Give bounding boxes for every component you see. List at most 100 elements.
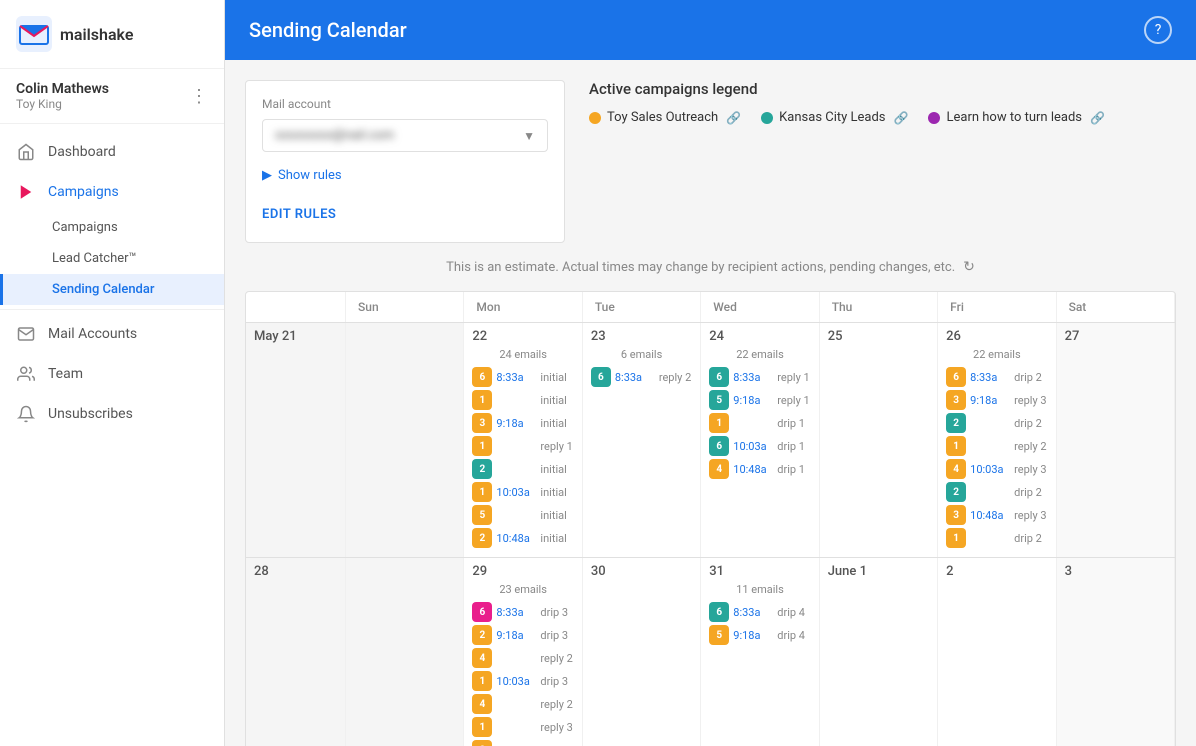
- slot: 210:48adrip 3: [472, 740, 573, 746]
- week-label-cell-1: May 21: [246, 323, 346, 557]
- legend-dot-2: [928, 112, 940, 124]
- select-arrow-icon: ▼: [523, 129, 535, 143]
- nav-item-mail-accounts[interactable]: Mail Accounts: [0, 314, 224, 354]
- nav-item-campaigns[interactable]: Campaigns: [0, 172, 224, 212]
- page-header: Sending Calendar ?: [225, 0, 1196, 60]
- estimate-notice: This is an estimate. Actual times may ch…: [245, 259, 1176, 275]
- cal-cell-sun-w2: [346, 558, 464, 746]
- slot: 29:18adrip 3: [472, 625, 573, 645]
- slot: 2initial: [472, 459, 573, 479]
- mail-account-email: xxxxxxxxx@nail.com: [275, 128, 394, 143]
- show-rules-toggle[interactable]: ▶ Show rules: [262, 164, 548, 187]
- campaigns-icon: [16, 182, 36, 202]
- week-start-date-1: May 21: [254, 329, 337, 344]
- content-area: Mail account xxxxxxxxx@nail.com ▼ ▶ Show…: [225, 60, 1196, 746]
- legend-link-0[interactable]: 🔗: [726, 111, 741, 125]
- more-options-icon[interactable]: ⋮: [190, 86, 208, 107]
- legend-label-0: Toy Sales Outreach: [607, 110, 718, 125]
- nav-divider-1: [0, 309, 224, 310]
- slot: 610:03adrip 1: [709, 436, 810, 456]
- week-label-cell-2: 28: [246, 558, 346, 746]
- mail-account-card: Mail account xxxxxxxxx@nail.com ▼ ▶ Show…: [245, 80, 565, 243]
- sending-calendar: Sun Mon Tue Wed Thu Fri Sat May 21 22 24…: [245, 291, 1176, 746]
- slot: 1drip 1: [709, 413, 810, 433]
- slot: 1reply 2: [946, 436, 1047, 456]
- cal-cell-mon-w2: 29 23 emails 68:33adrip 3 29:18adrip 3 4…: [464, 558, 582, 746]
- slot: 39:18areply 3: [946, 390, 1047, 410]
- calendar-week-2: 28 29 23 emails 68:33adrip 3 29:18adrip …: [246, 558, 1175, 746]
- slot: 210:48ainitial: [472, 528, 573, 548]
- cal-cell-sat-w2: 3: [1057, 558, 1175, 746]
- main-content: Sending Calendar ? Mail account xxxxxxxx…: [225, 0, 1196, 746]
- slot: 68:33adrip 3: [472, 602, 573, 622]
- nav-item-team[interactable]: Team: [0, 354, 224, 394]
- slot: 1initial: [472, 390, 573, 410]
- day-sun: Sun: [346, 292, 464, 322]
- top-bar: Mail account xxxxxxxxx@nail.com ▼ ▶ Show…: [245, 80, 1176, 243]
- legend-link-2[interactable]: 🔗: [1090, 111, 1105, 125]
- mail-account-select[interactable]: xxxxxxxxx@nail.com ▼: [262, 119, 548, 152]
- team-icon: [16, 364, 36, 384]
- cal-cell-fri-w1: 26 22 emails 68:33adrip 2 39:18areply 3 …: [938, 323, 1056, 557]
- legend-link-1[interactable]: 🔗: [894, 111, 909, 125]
- slot: 4reply 2: [472, 648, 573, 668]
- nav-item-dashboard[interactable]: Dashboard: [0, 132, 224, 172]
- slot: 310:48areply 3: [946, 505, 1047, 525]
- nav-item-unsubscribes[interactable]: Unsubscribes: [0, 394, 224, 434]
- slot: 4reply 2: [472, 694, 573, 714]
- subnav-lead-catcher[interactable]: Lead Catcher™: [0, 243, 224, 274]
- slot: 2drip 2: [946, 413, 1047, 433]
- legend-items: Toy Sales Outreach 🔗 Kansas City Leads 🔗…: [589, 110, 1176, 125]
- logo: mailshake: [16, 16, 133, 52]
- cal-cell-tue-w1: 23 6 emails 68:33areply 2: [583, 323, 701, 557]
- slot: 410:03areply 3: [946, 459, 1047, 479]
- nav-label-unsubscribes: Unsubscribes: [48, 406, 133, 422]
- slot: 1reply 3: [472, 717, 573, 737]
- refresh-icon[interactable]: ↻: [963, 259, 975, 275]
- help-button[interactable]: ?: [1144, 16, 1172, 44]
- slot: 68:33areply 1: [709, 367, 810, 387]
- main-nav: Dashboard Campaigns Campaigns Lead Catch…: [0, 124, 224, 442]
- app-name: mailshake: [60, 25, 133, 44]
- logo-icon: [16, 16, 52, 52]
- slot: 68:33ainitial: [472, 367, 573, 387]
- week-start-date-2: 28: [254, 564, 337, 579]
- sub-nav: Campaigns Lead Catcher™ Sending Calendar: [0, 212, 224, 305]
- slot: 39:18ainitial: [472, 413, 573, 433]
- sidebar: mailshake Colin Mathews Toy King ⋮ Dashb…: [0, 0, 225, 746]
- cal-cell-thu-w2: June 1: [820, 558, 938, 746]
- day-fri: Fri: [938, 292, 1056, 322]
- slot: 68:33areply 2: [591, 367, 692, 387]
- legend-title: Active campaigns legend: [589, 80, 1176, 98]
- slot: 68:33adrip 4: [709, 602, 810, 622]
- nav-label-mail-accounts: Mail Accounts: [48, 326, 137, 342]
- chevron-right-icon: ▶: [262, 168, 272, 183]
- slot: 1reply 1: [472, 436, 573, 456]
- subnav-campaigns[interactable]: Campaigns: [0, 212, 224, 243]
- nav-label-campaigns: Campaigns: [48, 184, 119, 200]
- calendar-week-1: May 21 22 24 emails 68:33ainitial 1initi…: [246, 323, 1175, 558]
- nav-label-dashboard: Dashboard: [48, 144, 116, 160]
- user-org: Toy King: [16, 97, 109, 111]
- slot: 59:18adrip 4: [709, 625, 810, 645]
- cal-cell-thu-w1: 25: [820, 323, 938, 557]
- day-thu: Thu: [820, 292, 938, 322]
- campaigns-legend: Active campaigns legend Toy Sales Outrea…: [589, 80, 1176, 125]
- cal-cell-wed-w1: 24 22 emails 68:33areply 1 59:18areply 1…: [701, 323, 819, 557]
- slot: 110:03adrip 3: [472, 671, 573, 691]
- slot: 1drip 2: [946, 528, 1047, 548]
- slot: 68:33adrip 2: [946, 367, 1047, 387]
- home-icon: [16, 142, 36, 162]
- bell-icon: [16, 404, 36, 424]
- cal-cell-mon-w1: 22 24 emails 68:33ainitial 1initial 39:1…: [464, 323, 582, 557]
- slot: 5initial: [472, 505, 573, 525]
- subnav-sending-calendar[interactable]: Sending Calendar: [0, 274, 224, 305]
- edit-rules-button[interactable]: EDIT RULES: [262, 203, 548, 226]
- day-mon: Mon: [464, 292, 582, 322]
- slot: 2drip 2: [946, 482, 1047, 502]
- cal-cell-sun-w1: [346, 323, 464, 557]
- user-name: Colin Mathews: [16, 81, 109, 97]
- day-wed: Wed: [701, 292, 819, 322]
- cal-cell-sat-w1: 27: [1057, 323, 1175, 557]
- slot: 59:18areply 1: [709, 390, 810, 410]
